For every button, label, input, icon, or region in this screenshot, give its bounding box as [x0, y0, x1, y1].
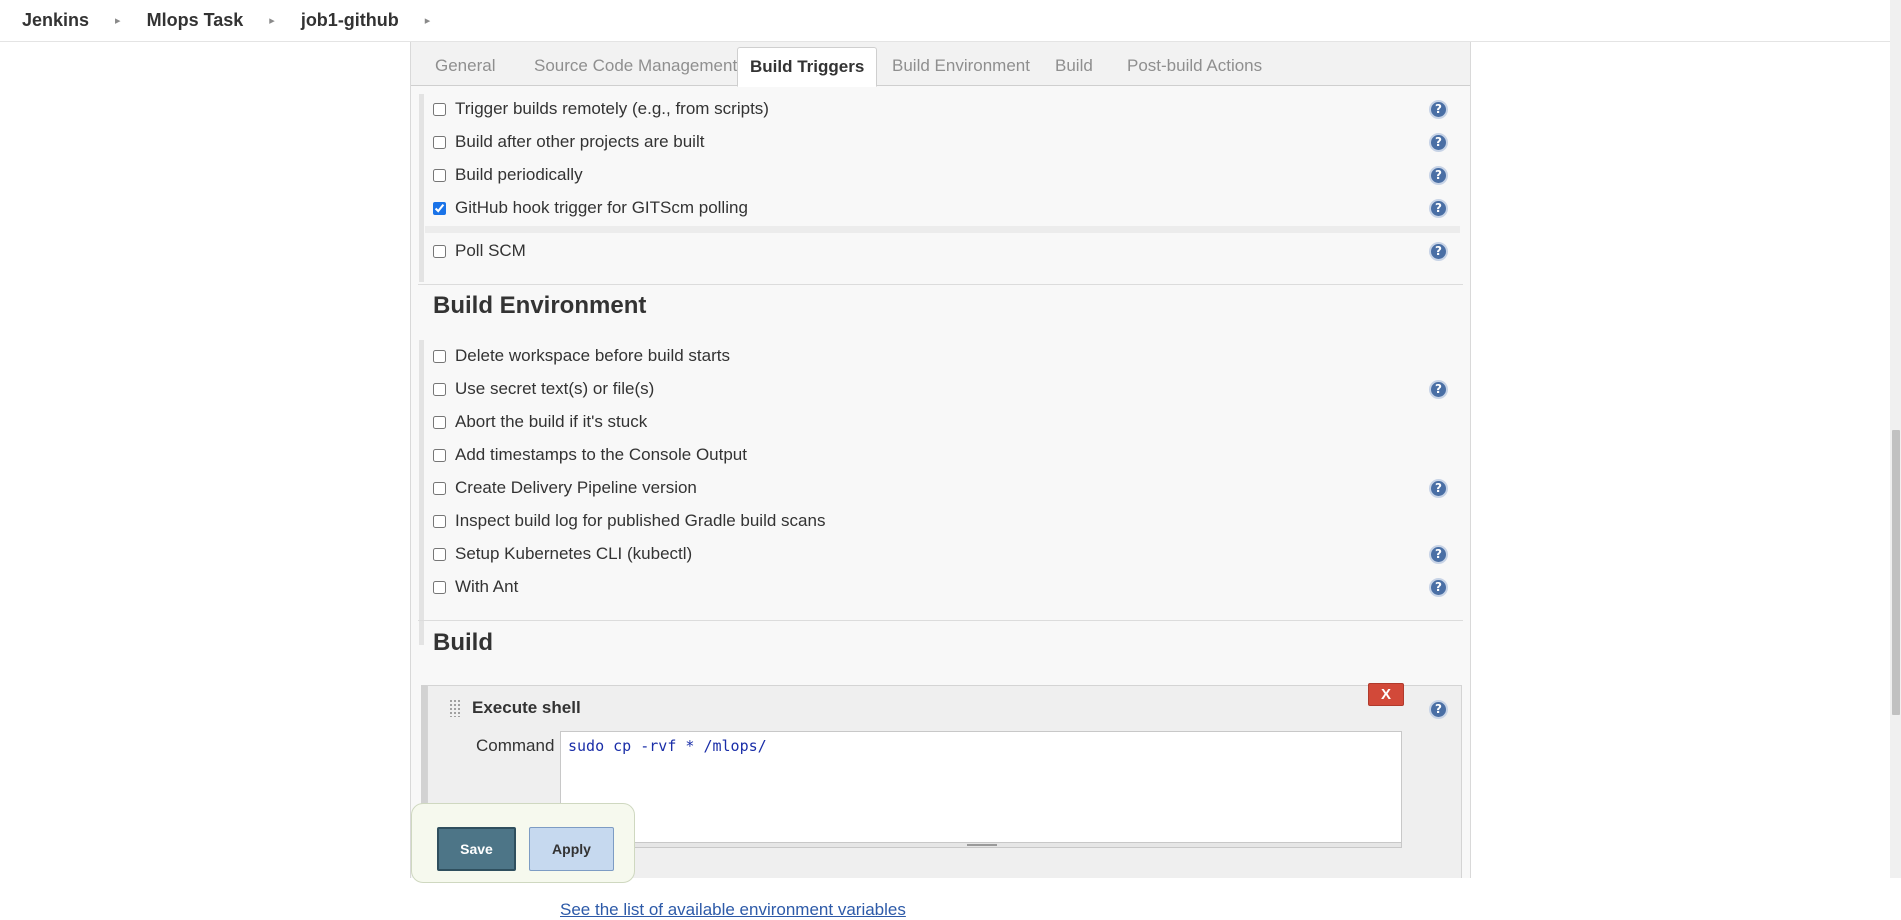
- trigger-option-poll-scm: Poll SCM: [433, 239, 526, 263]
- trigger-option-github-hook: GitHub hook trigger for GITScm polling: [433, 196, 748, 220]
- option-label: Use secret text(s) or file(s): [455, 379, 655, 398]
- section-indent-bar: [419, 340, 424, 645]
- section-divider: [418, 620, 1463, 621]
- option-label: Poll SCM: [455, 241, 526, 260]
- breadcrumb-item-mlops-task: Mlops Task ▸: [147, 10, 301, 31]
- option-label: Create Delivery Pipeline version: [455, 478, 697, 497]
- help-icon[interactable]: ?: [1429, 545, 1448, 564]
- chevron-right-icon[interactable]: ▸: [399, 14, 457, 27]
- section-title-build: Build: [433, 629, 493, 656]
- option-label: Build after other projects are built: [455, 132, 705, 151]
- env-timestamps-checkbox[interactable]: [433, 448, 446, 462]
- tab-build-environment[interactable]: Build Environment: [880, 47, 1042, 87]
- trigger-option-after-other-projects: Build after other projects are built: [433, 130, 704, 154]
- env-option-delete-workspace: Delete workspace before build starts: [433, 344, 730, 368]
- trigger-periodically-checkbox[interactable]: [433, 168, 446, 182]
- chevron-right-icon[interactable]: ▸: [89, 14, 147, 27]
- trigger-remote-checkbox[interactable]: [433, 102, 446, 116]
- env-kubectl-checkbox[interactable]: [433, 547, 446, 561]
- help-icon[interactable]: ?: [1429, 700, 1448, 719]
- section-indent-bar: [419, 94, 424, 282]
- job-config-panel: General Source Code Management Build Tri…: [410, 42, 1471, 919]
- env-secret-text-checkbox[interactable]: [433, 382, 446, 396]
- trigger-after-other-projects-checkbox[interactable]: [433, 135, 446, 149]
- section-title-build-environment: Build Environment: [433, 292, 647, 319]
- chevron-right-icon[interactable]: ▸: [243, 14, 301, 27]
- command-label: Command: [476, 736, 555, 755]
- env-variables-link[interactable]: See the list of available environment va…: [560, 900, 906, 920]
- option-label: Abort the build if it's stuck: [455, 412, 648, 431]
- help-icon[interactable]: ?: [1429, 199, 1448, 218]
- env-option-delivery-pipeline: Create Delivery Pipeline version: [433, 476, 697, 500]
- build-step-title: Execute shell: [472, 698, 581, 717]
- trigger-option-remote: Trigger builds remotely (e.g., from scri…: [433, 97, 769, 121]
- delete-step-button[interactable]: X: [1368, 683, 1404, 706]
- option-label: Build periodically: [455, 165, 583, 184]
- page-scrollbar-thumb[interactable]: [1892, 430, 1900, 715]
- env-delete-workspace-checkbox[interactable]: [433, 349, 446, 363]
- breadcrumb-link-mlops-task[interactable]: Mlops Task: [147, 10, 244, 31]
- option-label: Add timestamps to the Console Output: [455, 445, 747, 464]
- breadcrumb-link-job1-github[interactable]: job1-github: [301, 10, 399, 31]
- bottom-sticker-bar: Save Apply: [411, 803, 635, 883]
- tab-post-build-actions[interactable]: Post-build Actions: [1115, 47, 1274, 87]
- option-label: Setup Kubernetes CLI (kubectl): [455, 544, 693, 563]
- tab-source-code-management[interactable]: Source Code Management: [522, 47, 749, 87]
- env-with-ant-checkbox[interactable]: [433, 580, 446, 594]
- breadcrumb-link-jenkins[interactable]: Jenkins: [22, 10, 89, 31]
- help-icon[interactable]: ?: [1429, 242, 1448, 261]
- env-option-secret-text: Use secret text(s) or file(s): [433, 377, 654, 401]
- env-abort-stuck-checkbox[interactable]: [433, 415, 446, 429]
- help-icon[interactable]: ?: [1429, 100, 1448, 119]
- section-divider: [418, 284, 1463, 285]
- help-icon[interactable]: ?: [1429, 578, 1448, 597]
- help-icon[interactable]: ?: [1429, 479, 1448, 498]
- env-option-gradle-scans: Inspect build log for published Gradle b…: [433, 509, 825, 533]
- textarea-resize-handle[interactable]: [560, 842, 1402, 848]
- tab-build-triggers[interactable]: Build Triggers: [737, 47, 878, 87]
- env-option-abort-stuck: Abort the build if it's stuck: [433, 410, 647, 434]
- command-textarea[interactable]: sudo cp -rvf * /mlops/: [560, 731, 1402, 844]
- option-label: Trigger builds remotely (e.g., from scri…: [455, 99, 769, 118]
- help-icon[interactable]: ?: [1429, 133, 1448, 152]
- env-delivery-pipeline-checkbox[interactable]: [433, 481, 446, 495]
- breadcrumb-item-jenkins: Jenkins ▸: [0, 10, 147, 31]
- option-label: With Ant: [455, 577, 519, 596]
- option-label: GitHub hook trigger for GITScm polling: [455, 198, 748, 217]
- row-separator: [425, 226, 1460, 233]
- env-gradle-scans-checkbox[interactable]: [433, 514, 446, 528]
- option-label: Delete workspace before build starts: [455, 346, 730, 365]
- help-icon[interactable]: ?: [1429, 166, 1448, 185]
- trigger-github-hook-checkbox[interactable]: [433, 201, 446, 215]
- option-label: Inspect build log for published Gradle b…: [455, 511, 826, 530]
- env-option-kubectl: Setup Kubernetes CLI (kubectl): [433, 542, 692, 566]
- trigger-option-periodically: Build periodically: [433, 163, 583, 187]
- save-button[interactable]: Save: [437, 827, 516, 871]
- breadcrumb: Jenkins ▸ Mlops Task ▸ job1-github ▸: [0, 0, 1890, 42]
- env-option-with-ant: With Ant: [433, 575, 518, 599]
- trigger-poll-scm-checkbox[interactable]: [433, 244, 446, 258]
- tab-build[interactable]: Build: [1043, 47, 1105, 87]
- apply-button[interactable]: Apply: [529, 827, 614, 871]
- env-option-timestamps: Add timestamps to the Console Output: [433, 443, 747, 467]
- config-tab-bar: General Source Code Management Build Tri…: [411, 42, 1470, 87]
- tab-general[interactable]: General: [423, 47, 507, 87]
- drag-handle-icon[interactable]: [449, 699, 461, 717]
- help-icon[interactable]: ?: [1429, 380, 1448, 399]
- breadcrumb-item-job1-github: job1-github ▸: [301, 10, 457, 31]
